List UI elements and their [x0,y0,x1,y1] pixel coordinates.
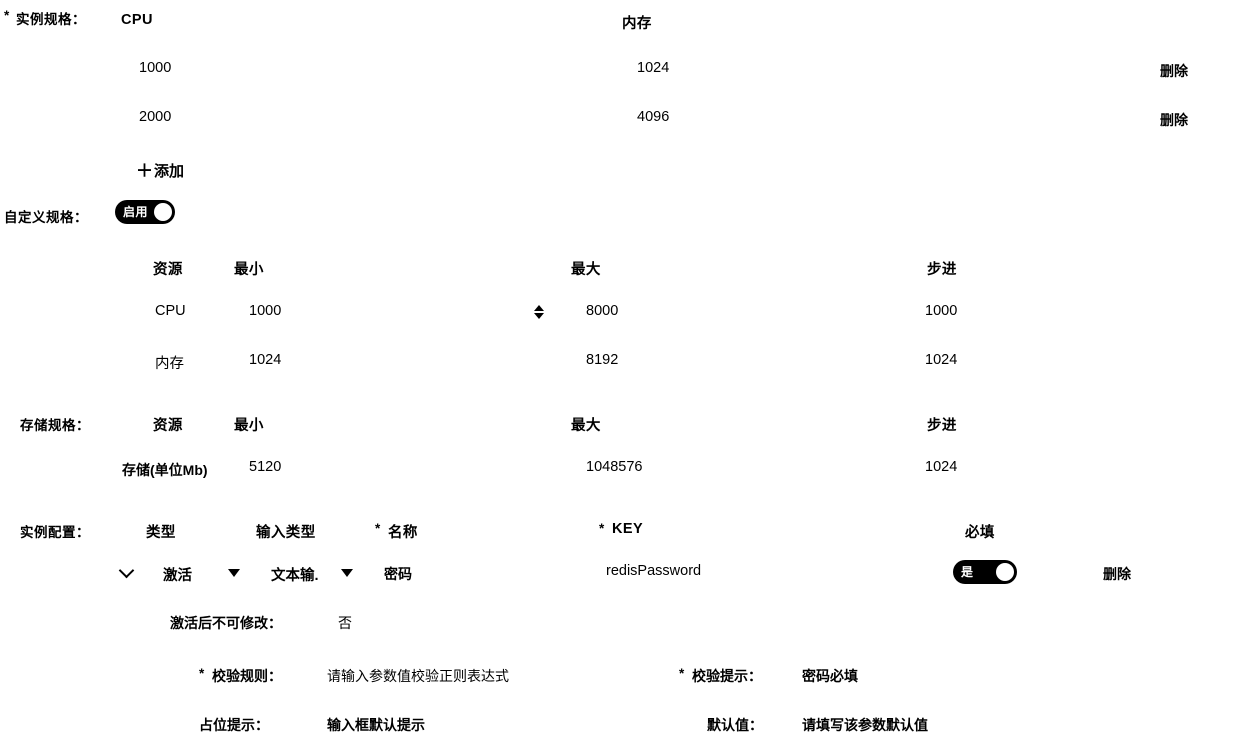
type-select-caret-down-icon[interactable] [228,569,240,577]
validate-rule-required-mark: * [199,666,205,681]
storage-spec-step-input[interactable]: 1024 [925,459,957,475]
column-header-required: 必填 [965,525,995,541]
custom-spec-label: 自定义规格： [4,210,88,225]
custom-spec-step-input[interactable]: 1024 [925,352,957,368]
instance-spec-required-mark: * [4,8,10,23]
expand-row-chevron-down-icon[interactable] [120,564,134,578]
column-header-name-required-mark: * [375,521,381,536]
delete-button[interactable]: 删除 [1103,564,1131,584]
add-spec-button[interactable]: ＋ 添加 [136,160,184,181]
column-header-step: 步进 [927,262,957,278]
custom-spec-min-input[interactable]: 1000 [249,303,281,319]
validate-tip-required-mark: * [679,666,685,681]
column-header-key-required-mark: * [599,521,605,536]
custom-spec-toggle[interactable]: 启用 [115,200,176,224]
table-row: 存储(单位Mb) 5120 1048576 1024 [0,459,1240,481]
column-header-min: 最小 [234,262,264,278]
column-header-min: 最小 [234,418,264,434]
storage-spec-max-input[interactable]: 1048576 [586,459,642,475]
instance-spec-memory-value[interactable]: 4096 [637,109,669,125]
validate-tip-label: 校验提示： [692,668,762,684]
input-type-select-caret-down-icon[interactable] [341,569,353,577]
instance-spec-form-page: * 实例规格： CPU 内存 1000 1024 删除 2000 4096 删除… [0,0,1240,741]
validate-tip-input[interactable]: 密码必填 [802,666,858,686]
type-select-value[interactable]: 激活 [163,564,192,585]
placeholder-tip-label: 占位提示： [199,717,269,733]
validate-rule-input[interactable]: 请输入参数值校验正则表达式 [327,666,509,686]
input-type-select-value[interactable]: 文本输. [271,564,319,585]
immutable-after-activation-label: 激活后不可修改： [170,615,282,631]
column-header-name: 名称 [388,525,418,541]
storage-spec-resource-value: 存储(单位Mb) [122,462,208,478]
add-spec-button-label: 添加 [154,163,185,180]
plus-icon: ＋ [136,161,153,181]
instance-config-label: 实例配置： [20,525,90,540]
toggle-knob [996,563,1014,581]
table-row: 激活 文本输. 密码 redisPassword 是 删除 [0,560,1240,588]
custom-spec-max-input[interactable]: 8000 [586,303,618,319]
column-header-memory: 内存 [622,16,652,32]
delete-button[interactable]: 删除 [1160,110,1188,130]
placeholder-tip-input[interactable]: 输入框默认提示 [327,715,425,735]
instance-spec-memory-value[interactable]: 1024 [637,60,669,76]
column-header-input-type: 输入类型 [256,525,316,541]
column-header-step: 步进 [927,418,957,434]
column-header-resource: 资源 [153,262,183,278]
instance-spec-cpu-value[interactable]: 1000 [139,60,171,76]
key-input[interactable]: redisPassword [606,563,701,579]
required-toggle-label: 是 [961,565,974,579]
column-header-key: KEY [612,521,644,537]
custom-spec-toggle-label: 启用 [123,205,149,219]
storage-spec-label: 存储规格： [20,418,90,433]
custom-spec-resource-value: CPU [155,303,186,319]
caret-down-icon [534,313,544,319]
table-row: 1000 1024 删除 [0,60,1240,80]
immutable-after-activation-value[interactable]: 否 [338,613,352,633]
required-toggle[interactable]: 是 [953,560,1017,584]
column-header-cpu: CPU [121,12,153,28]
column-header-type: 类型 [146,525,176,541]
storage-spec-min-input[interactable]: 5120 [249,459,281,475]
name-input[interactable]: 密码 [384,564,412,584]
custom-spec-min-input[interactable]: 1024 [249,352,281,368]
validate-rule-label: 校验规则： [212,668,282,684]
custom-spec-step-input[interactable]: 1000 [925,303,957,319]
custom-spec-resource-value: 内存 [155,356,184,372]
table-row: 2000 4096 删除 [0,109,1240,129]
custom-spec-max-input[interactable]: 8192 [586,352,618,368]
caret-up-icon [534,305,544,311]
table-row: 内存 1024 8192 1024 [0,352,1240,374]
toggle-knob [154,203,173,221]
delete-button[interactable]: 删除 [1160,61,1188,81]
column-header-resource: 资源 [153,418,183,434]
default-value-input[interactable]: 请填写该参数默认值 [802,715,928,735]
instance-spec-label: 实例规格： [16,12,86,27]
instance-spec-cpu-value[interactable]: 2000 [139,109,171,125]
default-value-label: 默认值： [707,717,763,733]
stepper-icon[interactable] [534,305,544,319]
column-header-max: 最大 [571,262,601,278]
column-header-max: 最大 [571,418,601,434]
table-row: CPU 1000 8000 1000 [0,303,1240,325]
